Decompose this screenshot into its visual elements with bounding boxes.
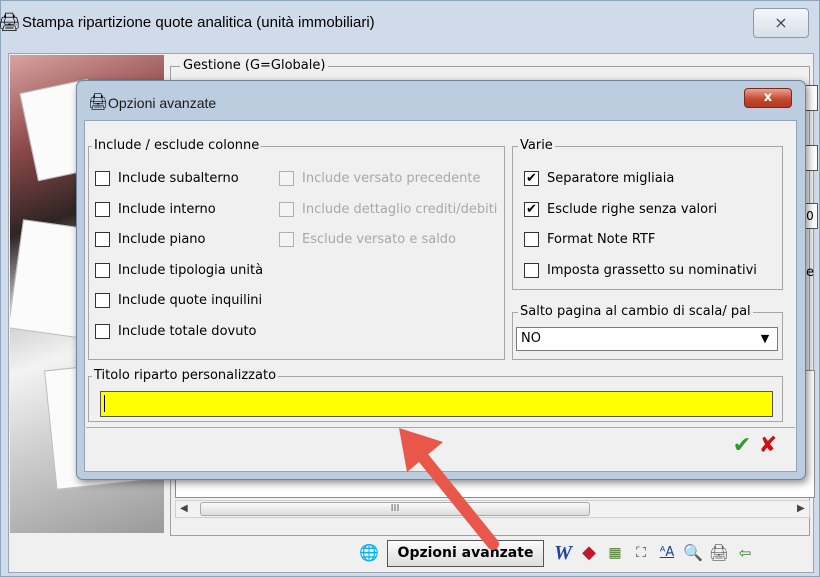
checkbox-label: Include versato precedente [302,171,481,186]
checkbox [279,201,294,217]
printer-title-icon: 🖨 [0,12,21,33]
titolo-riparto-label: Titolo riparto personalizzato [92,368,279,383]
table-icon[interactable]: ▦ [604,542,626,564]
checkbox-label: Esclude versato e saldo [302,232,457,247]
varie-label: Varie [518,138,555,153]
cancel-button[interactable]: ✘ [755,433,781,459]
include-columns-label: Include / esclude colonne [92,138,262,153]
checkbox-label: Imposta grassetto su nominativi [547,262,757,278]
checkbox[interactable]: ✔ [524,171,539,186]
window-close-button[interactable]: ⨯ [753,8,809,38]
checkbox-label: Separatore migliaia [547,171,675,186]
dialog-title: Opzioni avanzate [108,95,217,111]
checkbox [279,232,294,247]
checkbox-label: Format Note RTF [547,232,656,247]
checkbox-label: Include interno [118,201,216,217]
checkbox[interactable] [95,323,110,339]
exit-icon[interactable]: ⇦ [734,542,756,564]
checkbox [279,171,294,186]
gestione-label: Gestione (G=Globale) [180,58,329,73]
checkbox[interactable]: ✔ [524,201,539,217]
peek-label: e [806,265,814,280]
dialog-printer-icon: 🖨 [88,92,109,111]
frame-icon[interactable]: ⛶ [630,542,652,564]
checkbox[interactable] [95,262,110,278]
salto-pagina-select[interactable]: NO [516,327,778,351]
checkbox-label: Include subalterno [118,171,239,186]
dialog-close-button[interactable]: x [744,88,792,108]
checkbox[interactable] [95,293,110,308]
checkbox-label: Include dettaglio crediti/debiti [302,201,498,217]
checkbox-label: Include totale dovuto [118,323,257,339]
checkbox[interactable] [524,232,539,247]
scroll-right-icon[interactable]: ▶ [797,503,805,514]
text-caret [104,395,105,412]
printer-icon[interactable]: 🖨 [708,542,730,564]
checkbox[interactable] [95,201,110,217]
checkbox-label: Include tipologia unità [118,262,264,278]
checkbox-label: Esclude righe senza valori [547,201,718,217]
checkbox-label: Include quote inquilini [118,293,263,308]
font-icon[interactable]: ᴬA [656,542,678,564]
chevron-down-icon[interactable]: ▼ [755,329,775,349]
scroll-left-icon[interactable]: ◀ [180,503,188,514]
cube-icon[interactable]: ◆ [578,542,600,564]
annotation-arrow [399,428,499,550]
salto-pagina-label: Salto pagina al cambio di scala/ pal [518,304,753,319]
globe-icon[interactable]: 🌐 [358,542,380,564]
checkbox[interactable] [524,262,539,278]
window-title: Stampa ripartizione quote analitica (uni… [22,14,375,31]
zoom-icon[interactable]: 🔍 [682,542,704,564]
checkbox[interactable] [95,171,110,186]
checkbox[interactable] [95,232,110,247]
arrow-shaft [411,444,499,550]
titolo-riparto-input[interactable] [100,391,773,417]
checkbox-label: Include piano [118,232,206,247]
ok-button[interactable]: ✔ [729,433,755,459]
word-icon[interactable]: W [552,542,574,564]
